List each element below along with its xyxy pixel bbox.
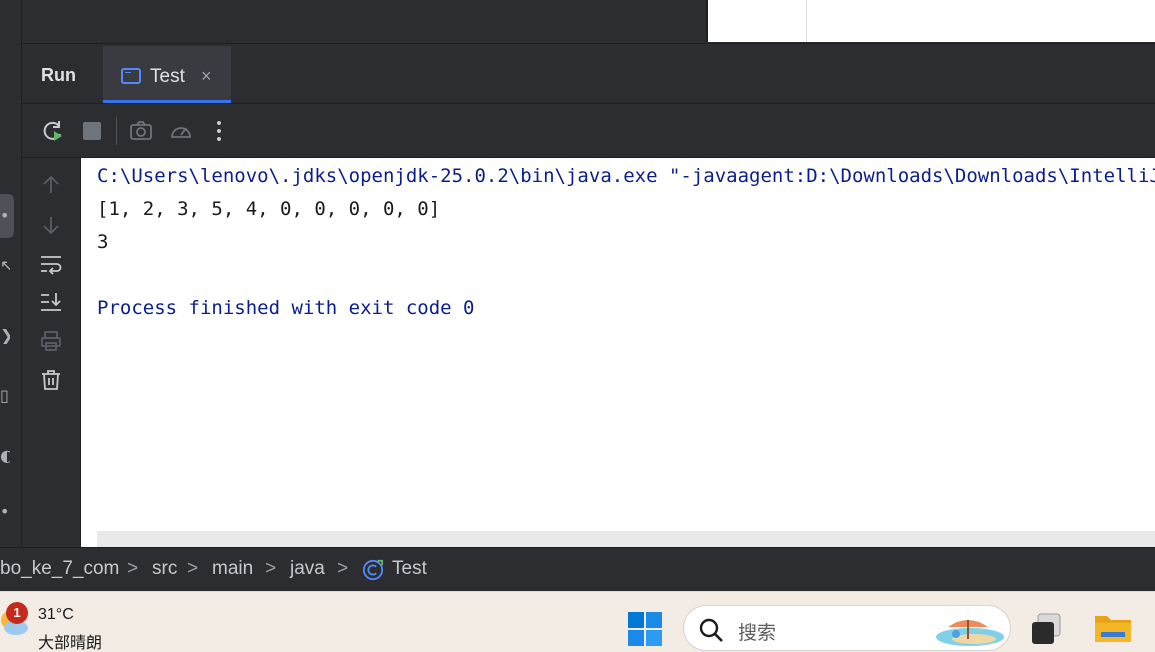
console-line-output-2: 3 (97, 231, 109, 253)
file-explorer-icon[interactable] (1093, 608, 1133, 648)
left-tool-strip: • ↖ ❯ ▯ ◐ • (0, 0, 22, 547)
up-arrow-icon[interactable] (39, 173, 63, 197)
soft-wrap-icon[interactable] (39, 252, 63, 276)
weather-temperature[interactable]: 31°C (38, 606, 74, 624)
breadcrumb-item-test[interactable]: Test (392, 558, 427, 580)
weather-notification-badge: 1 (6, 602, 28, 624)
task-view-icon[interactable] (1028, 610, 1066, 648)
stop-icon[interactable] (80, 119, 104, 143)
java-class-icon (362, 559, 384, 581)
editor-preview-panel (708, 0, 1155, 42)
trash-icon[interactable] (39, 368, 63, 392)
search-icon (699, 618, 723, 642)
left-strip-icon-2[interactable]: ↖ (0, 258, 10, 274)
breadcrumb: bo_ke_7_com > src > main > java > Test (0, 547, 1155, 591)
breadcrumb-separator: > (265, 558, 277, 579)
print-icon[interactable] (39, 329, 63, 353)
console-output[interactable]: C:\Users\lenovo\.jdks\openjdk-25.0.2\bin… (81, 158, 1155, 547)
console-side-toolbar (22, 158, 81, 547)
console-line-command: C:\Users\lenovo\.jdks\openjdk-25.0.2\bin… (97, 165, 1155, 187)
left-strip-icon-1[interactable]: • (0, 208, 10, 224)
left-strip-icon-4[interactable]: ▯ (0, 388, 10, 404)
windows-start-icon[interactable] (627, 611, 663, 647)
console-line-output-1: [1, 2, 3, 5, 4, 0, 0, 0, 0, 0] (97, 198, 441, 220)
editor-top-strip (22, 0, 1155, 44)
weather-description[interactable]: 大部晴朗 (38, 629, 102, 652)
profiler-gauge-icon[interactable] (169, 119, 193, 143)
breadcrumb-item-java[interactable]: java (290, 558, 325, 580)
scroll-to-end-icon[interactable] (39, 290, 63, 314)
breadcrumb-item-project[interactable]: bo_ke_7_com (0, 558, 119, 580)
more-vertical-icon[interactable] (207, 119, 231, 143)
camera-icon[interactable] (129, 119, 153, 143)
run-toolbar (22, 104, 1155, 158)
left-strip-icon-5[interactable]: ◐ (0, 448, 10, 464)
preview-divider (806, 0, 807, 42)
tab-test[interactable]: Test × (103, 46, 231, 103)
breadcrumb-separator: > (127, 558, 139, 579)
breadcrumb-separator: > (187, 558, 199, 579)
ide-window: • ↖ ❯ ▯ ◐ • Run Test × (0, 0, 1155, 652)
windows-taskbar: 1 31°C 大部晴朗 搜索 (0, 591, 1155, 652)
horizontal-scrollbar[interactable] (97, 531, 1155, 547)
rerun-icon[interactable] (41, 119, 65, 143)
run-panel-title: Run (41, 65, 76, 85)
console-line-exit: Process finished with exit code 0 (97, 297, 475, 319)
run-tool-window-header: Run Test × (22, 44, 1155, 104)
breadcrumb-item-main[interactable]: main (212, 558, 253, 580)
toolbar-separator (116, 117, 117, 145)
breadcrumb-item-src[interactable]: src (152, 558, 177, 580)
left-strip-icon-6[interactable]: • (0, 504, 10, 520)
down-arrow-icon[interactable] (39, 213, 63, 237)
left-strip-icon-3[interactable]: ❯ (0, 328, 10, 344)
breadcrumb-separator: > (337, 558, 349, 579)
console-window-icon (121, 68, 141, 84)
taskbar-search-box[interactable]: 搜索 (683, 605, 1011, 651)
close-icon[interactable]: × (201, 66, 212, 86)
tab-test-label: Test (150, 66, 185, 87)
search-highlight-illustration-icon (936, 620, 1004, 646)
search-placeholder: 搜索 (738, 623, 777, 644)
